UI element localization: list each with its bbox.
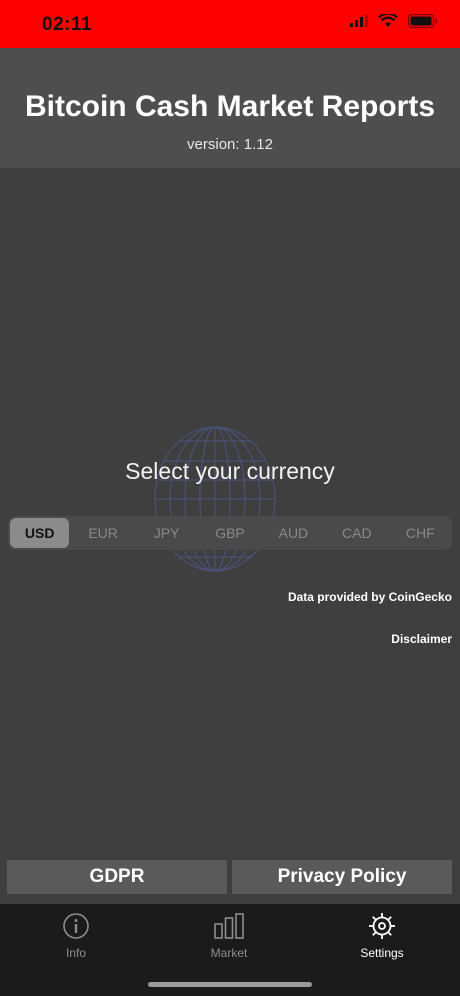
tab-settings-label: Settings <box>360 946 404 960</box>
currency-option-chf[interactable]: CHF <box>391 518 450 548</box>
tab-settings[interactable]: Settings <box>322 912 442 960</box>
wifi-icon <box>378 14 398 27</box>
tab-info[interactable]: Info <box>16 912 136 960</box>
tab-info-label: Info <box>65 946 86 960</box>
chart-bars-icon <box>214 913 244 939</box>
app-title: Bitcoin Cash Market Reports <box>24 90 436 123</box>
currency-option-gbp[interactable]: GBP <box>200 518 259 548</box>
gdpr-button[interactable]: GDPR <box>7 860 227 894</box>
signal-icon <box>350 15 368 27</box>
tab-market-label: Market <box>210 946 248 960</box>
currency-option-jpy[interactable]: JPY <box>137 518 196 548</box>
data-credit-link[interactable]: Data provided by CoinGecko <box>288 590 452 604</box>
status-time: 02:11 <box>42 14 93 35</box>
currency-option-cad[interactable]: CAD <box>327 518 386 548</box>
globe-icon <box>154 426 276 572</box>
privacy-policy-button[interactable]: Privacy Policy <box>232 860 452 894</box>
version-label: version: 1.12 <box>187 136 273 153</box>
home-indicator <box>148 982 312 987</box>
status-bar: 02:11 <box>0 0 460 48</box>
disclaimer-link[interactable]: Disclaimer <box>391 632 452 646</box>
currency-option-eur[interactable]: EUR <box>73 518 132 548</box>
tab-market[interactable]: Market <box>169 912 289 960</box>
currency-option-aud[interactable]: AUD <box>264 518 323 548</box>
app-header: Bitcoin Cash Market Reports version: 1.1… <box>0 48 460 168</box>
battery-icon <box>408 14 437 28</box>
info-icon <box>63 913 89 939</box>
currency-segmented-control[interactable]: USD EUR JPY GBP AUD CAD CHF <box>8 516 452 550</box>
currency-heading: Select your currency <box>125 458 335 484</box>
gear-icon <box>369 913 395 939</box>
status-icons <box>350 14 438 28</box>
currency-option-usd[interactable]: USD <box>10 518 70 548</box>
